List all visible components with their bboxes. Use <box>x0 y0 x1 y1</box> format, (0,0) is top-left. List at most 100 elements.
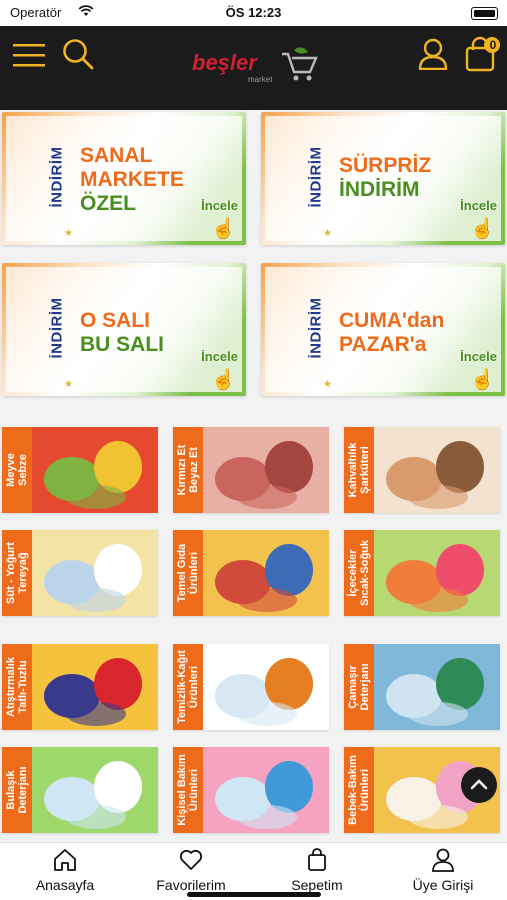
leaf-icon <box>294 47 308 54</box>
category-label-strip: Temel Gıda Ürünleri <box>173 530 203 616</box>
category-label-strip: Süt - Yoğurt Tereyağ <box>2 530 32 616</box>
category-label: Çamaşır <box>347 665 359 709</box>
category-label: Meyve <box>5 453 17 487</box>
tab-label: Anasayfa <box>35 877 95 893</box>
category-label: Süt - Yoğurt <box>5 542 17 604</box>
banner-heading: O SALI BU SALI <box>80 309 164 356</box>
category-tile[interactable]: Çamaşır Deterjanı <box>344 644 500 730</box>
banner-sanal-markete-ozel[interactable]: İNDİRİM SANAL MARKETE ÖZEL İncele ☝ ★ <box>2 112 246 245</box>
category-tile[interactable]: Temel Gıda Ürünleri <box>173 530 329 616</box>
hand-pointer-icon: ☝ <box>211 218 236 240</box>
category-label: Ürünleri <box>359 768 371 812</box>
banner-surpriz-indirim[interactable]: İNDİRİM SÜRPRİZ İNDİRİM İncele ☝ ★ <box>261 112 505 245</box>
category-tile[interactable]: Kırmızı Et Beyaz Et <box>173 427 329 513</box>
category-label: Ürünleri <box>188 768 200 812</box>
category-image <box>32 747 158 833</box>
category-image <box>203 747 329 833</box>
category-tile[interactable]: Kişisel Bakım Ürünleri <box>173 747 329 833</box>
tab-favorilerim[interactable]: Favorilerim <box>128 847 254 893</box>
logo-subtext: market <box>248 75 273 84</box>
discount-tag: İNDİRİM <box>48 297 66 359</box>
category-label-strip: Kahvaltılık Şarküteri <box>344 427 374 513</box>
category-label: Ürünleri <box>188 551 200 595</box>
category-label-strip: Atıştırmalık Tatlı-Tuzlu <box>2 644 32 730</box>
category-tile[interactable]: Kahvaltılık Şarküteri <box>344 427 500 513</box>
tab-anasayfa[interactable]: Anasayfa <box>2 847 128 893</box>
tab-label: Sepetim <box>291 877 343 893</box>
category-label: Bebek-Bakım <box>347 755 359 825</box>
category-label: Temel Gıda <box>176 543 188 603</box>
category-image <box>32 427 158 513</box>
category-label-strip: Meyve Sebze <box>2 427 32 513</box>
incele-link[interactable]: İncele <box>460 349 497 364</box>
tab-label: Üye Girişi <box>412 877 474 893</box>
category-label: Tatlı-Tuzlu <box>17 660 29 714</box>
logo-wordmark: beşler <box>192 50 258 75</box>
category-label-strip: Bulaşık Deterjanı <box>2 747 32 833</box>
besler-logo[interactable]: beşler market <box>190 46 320 86</box>
tab-sepetim[interactable]: Sepetim <box>254 847 380 893</box>
category-label: Deterjanı <box>17 766 29 814</box>
category-label: Deterjanı <box>359 663 371 711</box>
category-tile[interactable]: Temizlik-Kağıt Ürünleri <box>173 644 329 730</box>
tab-uye-girisi[interactable]: Üye Girişi <box>380 847 506 893</box>
category-label-strip: Çamaşır Deterjanı <box>344 644 374 730</box>
category-tile[interactable]: İçecekler Sıcak-Soğuk <box>344 530 500 616</box>
app-header: beşler market 0 <box>0 26 507 110</box>
category-label: Kahvaltılık <box>347 442 359 498</box>
hamburger-icon[interactable] <box>13 42 45 68</box>
battery-icon <box>471 7 498 20</box>
clock: ÖS 12:23 <box>225 5 282 20</box>
banner-cuma-pazar[interactable]: İNDİRİM CUMA'dan PAZAR'a İncele ☝ ★ <box>261 263 505 396</box>
user-icon <box>432 848 454 872</box>
incele-link[interactable]: İncele <box>201 349 238 364</box>
category-label-strip: Kişisel Bakım Ürünleri <box>173 747 203 833</box>
incele-link[interactable]: İncele <box>460 198 497 213</box>
user-icon[interactable] <box>418 38 448 70</box>
chevron-up-icon <box>470 779 488 790</box>
cart-logo-icon <box>282 52 318 74</box>
discount-tag: İNDİRİM <box>307 146 325 208</box>
category-tile[interactable]: Süt - Yoğurt Tereyağ <box>2 530 158 616</box>
category-label: Ürünleri <box>188 665 200 709</box>
incele-link[interactable]: İncele <box>201 198 238 213</box>
discount-tag: İNDİRİM <box>307 297 325 359</box>
category-label: Beyaz Et <box>188 447 200 493</box>
category-tile[interactable]: Meyve Sebze <box>2 427 158 513</box>
bag-icon <box>308 848 326 871</box>
category-image <box>374 427 500 513</box>
category-label-strip: İçecekler Sıcak-Soğuk <box>344 530 374 616</box>
category-tile[interactable]: Bulaşık Deterjanı <box>2 747 158 833</box>
category-label: Kırmızı Et <box>176 444 188 496</box>
star-icon: ★ <box>323 379 332 390</box>
search-icon[interactable] <box>62 38 94 70</box>
category-label: Sıcak-Soğuk <box>359 539 371 607</box>
category-image <box>374 644 500 730</box>
star-icon: ★ <box>64 228 73 239</box>
heart-icon <box>179 849 203 870</box>
banner-heading: SANAL MARKETE ÖZEL <box>80 144 184 215</box>
category-label: Şarküteri <box>359 446 371 494</box>
category-label-strip: Temizlik-Kağıt Ürünleri <box>173 644 203 730</box>
hand-pointer-icon: ☝ <box>470 369 495 391</box>
category-image <box>374 530 500 616</box>
banner-o-sali-bu-sali[interactable]: İNDİRİM O SALI BU SALI İncele ☝ ★ <box>2 263 246 396</box>
home-icon <box>54 849 76 871</box>
cart-count-badge: 0 <box>489 38 497 52</box>
category-image <box>32 530 158 616</box>
category-label-strip: Kırmızı Et Beyaz Et <box>173 427 203 513</box>
category-label: Temizlik-Kağıt <box>176 650 188 724</box>
home-indicator <box>187 892 321 897</box>
category-image <box>32 644 158 730</box>
status-bar: Operatör ÖS 12:23 <box>0 0 507 26</box>
banner-heading: CUMA'dan PAZAR'a <box>339 309 445 356</box>
category-image <box>203 644 329 730</box>
discount-tag: İNDİRİM <box>48 146 66 208</box>
tab-label: Favorilerim <box>156 877 226 893</box>
category-label-strip: Bebek-Bakım Ürünleri <box>344 747 374 833</box>
category-label: Sebze <box>17 454 29 486</box>
star-icon: ★ <box>323 228 332 239</box>
category-label: Kişisel Bakım <box>176 754 188 826</box>
scroll-to-top-button[interactable] <box>461 767 497 803</box>
category-tile[interactable]: Atıştırmalık Tatlı-Tuzlu <box>2 644 158 730</box>
